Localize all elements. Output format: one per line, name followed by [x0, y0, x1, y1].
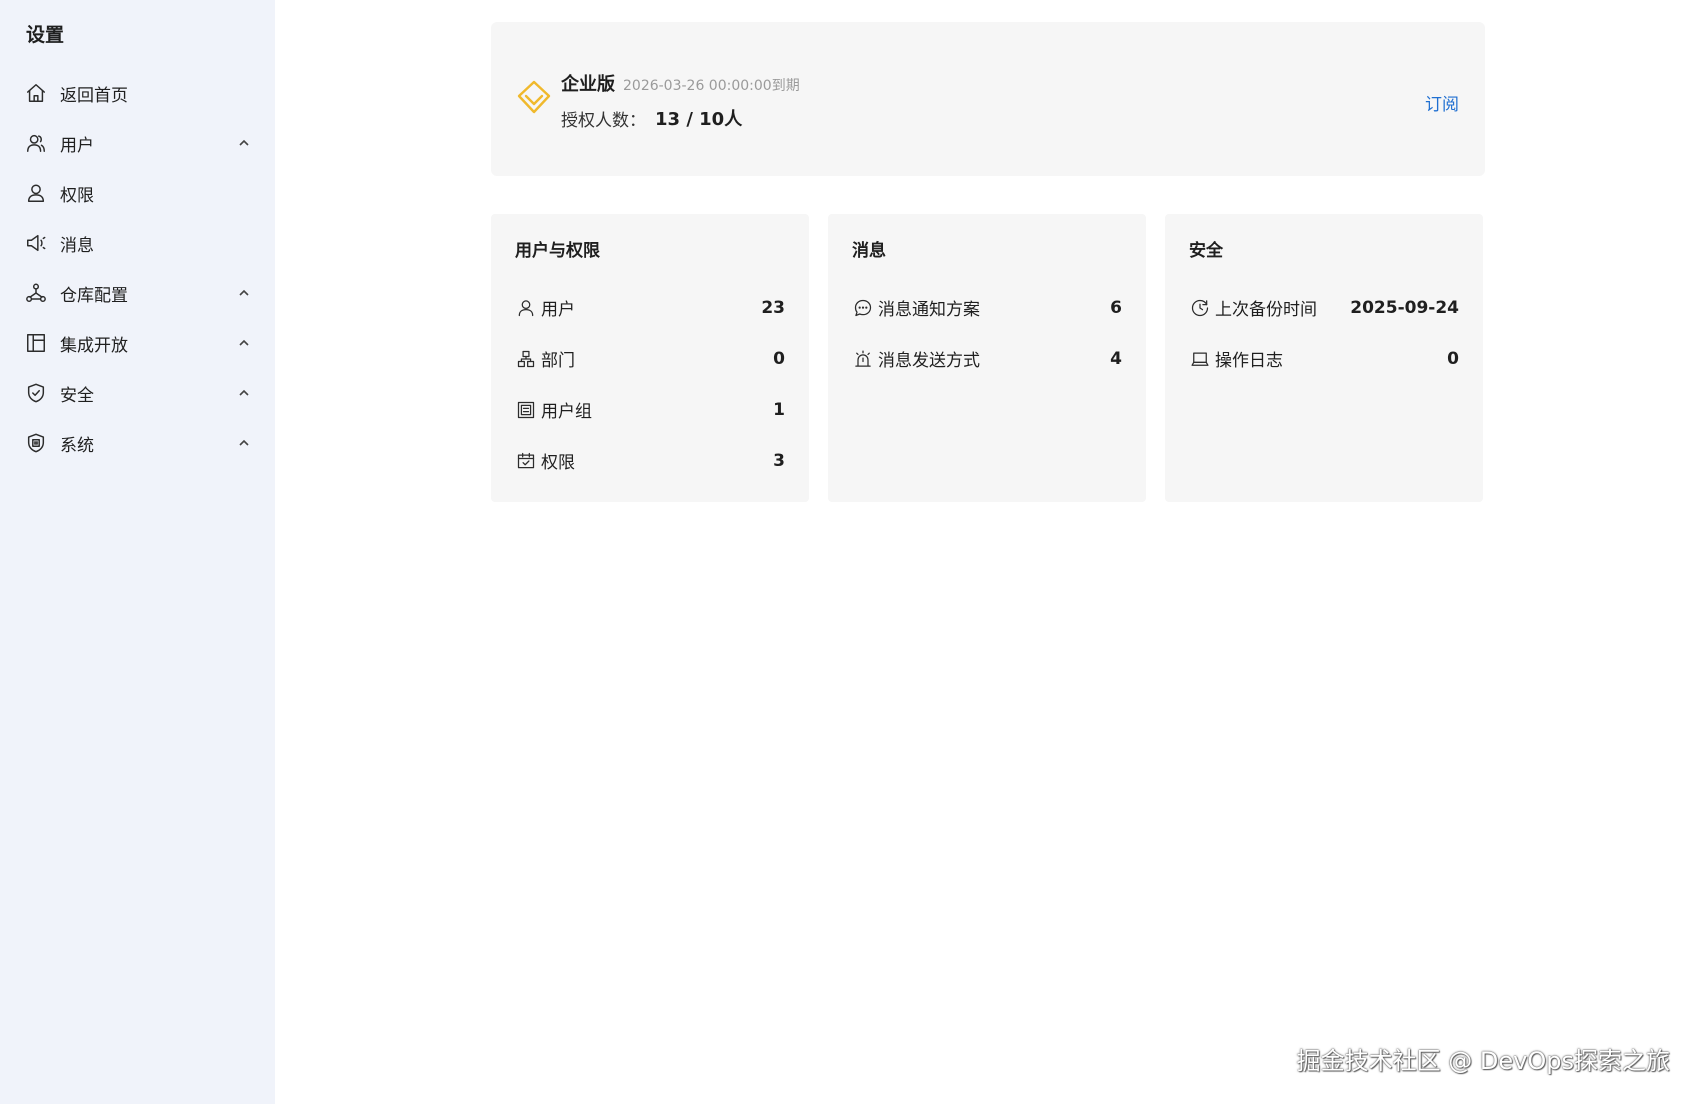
chevron-up-icon[interactable]	[237, 436, 251, 450]
sidebar-item-permissions[interactable]: 权限	[0, 168, 275, 218]
settings-app: 设置 返回首页 用户 权限 消息 仓库配置 集成开放 安全 系统 企业版 202…	[0, 0, 1698, 1104]
stat-row-operation-log[interactable]: 操作日志 0	[1189, 333, 1459, 384]
security-card: 安全 上次备份时间 2025-09-24 操作日志 0	[1165, 214, 1483, 502]
license-seats-value: 13 / 10人	[655, 109, 743, 130]
stat-value: 23	[761, 297, 785, 318]
license-seats-label: 授权人数：	[561, 111, 646, 131]
sidebar-item-label: 权限	[60, 185, 94, 206]
license-expire-date: 2026-03-26 00:00:00到期	[623, 78, 800, 94]
diamond-icon	[515, 78, 553, 116]
stat-value: 6	[1110, 297, 1122, 318]
shield-check-icon	[24, 381, 48, 405]
stat-value: 2025-09-24	[1350, 297, 1459, 318]
chevron-up-icon[interactable]	[237, 336, 251, 350]
card-title: 安全	[1189, 241, 1223, 261]
sidebar-item-label: 返回首页	[60, 85, 128, 106]
home-icon	[24, 81, 48, 105]
stat-row-notification-schemes[interactable]: 消息通知方案 6	[852, 282, 1122, 333]
stat-row-departments[interactable]: 部门 0	[515, 333, 785, 384]
stat-value: 1	[773, 399, 785, 420]
sidebar-item-messages[interactable]: 消息	[0, 218, 275, 268]
clock-icon	[1189, 297, 1211, 319]
sidebar-item-label: 系统	[60, 435, 94, 456]
license-edition: 企业版	[561, 74, 615, 95]
card-rows: 消息通知方案 6 消息发送方式 4	[852, 282, 1122, 384]
user-icon	[515, 297, 537, 319]
chevron-up-icon[interactable]	[237, 286, 251, 300]
subscribe-link[interactable]: 订阅	[1425, 90, 1459, 115]
stat-value: 4	[1110, 348, 1122, 369]
sidebar-item-label: 集成开放	[60, 335, 128, 356]
sidebar-item-label: 安全	[60, 385, 94, 406]
stat-label: 部门	[541, 351, 575, 371]
stat-label: 权限	[541, 453, 575, 473]
stat-label: 消息发送方式	[878, 351, 980, 371]
stat-row-last-backup[interactable]: 上次备份时间 2025-09-24	[1189, 282, 1459, 333]
shield-settings-icon	[24, 431, 48, 455]
card-rows: 用户 23 部门 0 用户组 1 权限 3	[515, 282, 785, 486]
stat-value: 0	[773, 348, 785, 369]
sidebar-item-label: 用户	[60, 135, 94, 156]
stat-label: 用户	[541, 300, 575, 320]
messages-card: 消息 消息通知方案 6 消息发送方式 4	[828, 214, 1146, 502]
sidebar-title: 设置	[26, 24, 65, 46]
sidebar: 设置 返回首页 用户 权限 消息 仓库配置 集成开放 安全 系统	[0, 0, 275, 1104]
users-permissions-card: 用户与权限 用户 23 部门 0 用户组 1 权限 3	[491, 214, 809, 502]
sidebar-item-label: 消息	[60, 235, 94, 256]
chevron-up-icon[interactable]	[237, 386, 251, 400]
sidebar-item-system[interactable]: 系统	[0, 418, 275, 468]
card-rows: 上次备份时间 2025-09-24 操作日志 0	[1189, 282, 1459, 384]
stat-label: 用户组	[541, 402, 592, 422]
card-title: 消息	[852, 241, 886, 261]
org-chart-icon	[515, 348, 537, 370]
sidebar-item-integration[interactable]: 集成开放	[0, 318, 275, 368]
stat-label: 操作日志	[1215, 351, 1283, 371]
watermark: 掘金技术社区 @ DevOps探索之旅	[1296, 1047, 1670, 1075]
repository-icon	[24, 281, 48, 305]
permission-icon	[515, 450, 537, 472]
sidebar-item-home[interactable]: 返回首页	[0, 68, 275, 118]
chevron-up-icon[interactable]	[237, 136, 251, 150]
stat-value: 0	[1447, 348, 1459, 369]
users-icon	[24, 131, 48, 155]
group-icon	[515, 399, 537, 421]
layout-icon	[24, 331, 48, 355]
stat-row-user-groups[interactable]: 用户组 1	[515, 384, 785, 435]
stat-row-users[interactable]: 用户 23	[515, 282, 785, 333]
stat-label: 消息通知方案	[878, 300, 980, 320]
alarm-icon	[852, 348, 874, 370]
user-icon	[24, 181, 48, 205]
chat-icon	[852, 297, 874, 319]
laptop-icon	[1189, 348, 1211, 370]
stat-value: 3	[773, 450, 785, 471]
sidebar-nav: 返回首页 用户 权限 消息 仓库配置 集成开放 安全 系统	[0, 68, 275, 468]
license-card: 企业版 2026-03-26 00:00:00到期 授权人数： 13 / 10人…	[491, 22, 1485, 176]
stat-row-delivery-methods[interactable]: 消息发送方式 4	[852, 333, 1122, 384]
stat-row-permissions[interactable]: 权限 3	[515, 435, 785, 486]
stat-label: 上次备份时间	[1215, 300, 1317, 320]
megaphone-icon	[24, 231, 48, 255]
card-title: 用户与权限	[515, 241, 600, 261]
sidebar-item-security[interactable]: 安全	[0, 368, 275, 418]
sidebar-item-label: 仓库配置	[60, 285, 128, 306]
sidebar-item-users[interactable]: 用户	[0, 118, 275, 168]
sidebar-item-repository[interactable]: 仓库配置	[0, 268, 275, 318]
